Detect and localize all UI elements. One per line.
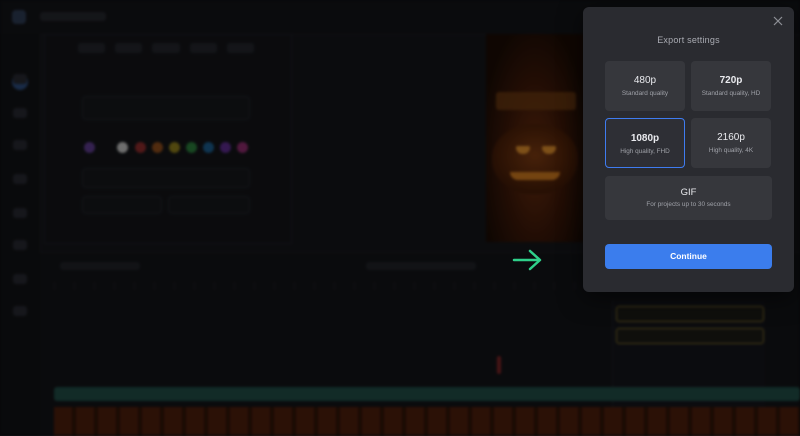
- quality-option-720p[interactable]: 720p Standard quality, HD: [691, 61, 771, 111]
- quality-option-1080p[interactable]: 1080p High quality, FHD: [605, 118, 685, 168]
- option-description: Standard quality: [621, 90, 669, 97]
- option-label: GIF: [680, 187, 697, 198]
- option-description: Standard quality, HD: [701, 90, 761, 97]
- option-label: 720p: [719, 75, 743, 86]
- export-settings-dialog: Export settings 480p Standard quality 72…: [583, 7, 794, 292]
- quality-option-2160p[interactable]: 2160p High quality, 4K: [691, 118, 771, 168]
- close-icon[interactable]: [772, 15, 784, 27]
- dialog-title: Export settings: [657, 35, 720, 45]
- arrow-right-icon: [512, 249, 542, 271]
- option-description: High quality, 4K: [708, 147, 754, 154]
- quality-option-480p[interactable]: 480p Standard quality: [605, 61, 685, 111]
- gif-option[interactable]: GIF For projects up to 30 seconds: [605, 176, 772, 220]
- continue-button[interactable]: Continue: [605, 244, 772, 269]
- option-label: 2160p: [717, 132, 745, 143]
- option-label: 1080p: [630, 133, 660, 144]
- option-label: 480p: [633, 75, 657, 86]
- option-description: High quality, FHD: [620, 148, 670, 155]
- option-description: For projects up to 30 seconds: [646, 201, 731, 208]
